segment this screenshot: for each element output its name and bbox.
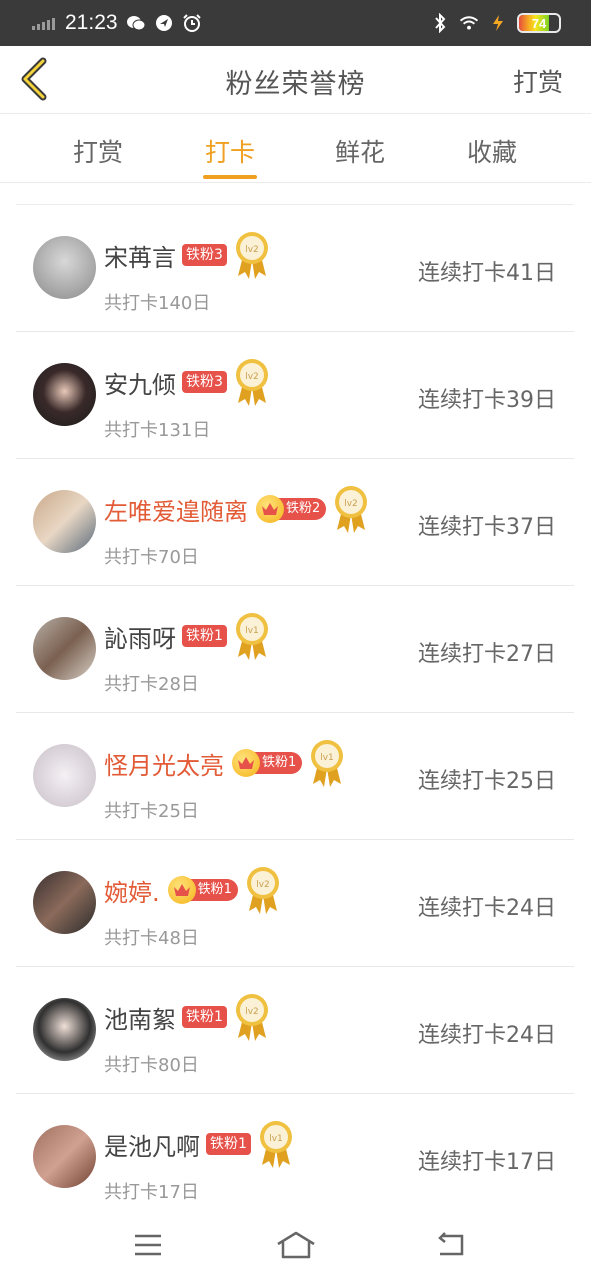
- total-checkin: 共打卡70日: [104, 547, 199, 568]
- checkin-streak: 连续打卡24日: [418, 896, 556, 921]
- total-checkin: 共打卡131日: [104, 420, 211, 441]
- avatar[interactable]: [33, 998, 96, 1061]
- medal-level-label: lv2: [245, 372, 259, 382]
- tab-flowers[interactable]: 鲜花: [300, 133, 420, 169]
- fan-level-badge: 铁粉1: [182, 1006, 227, 1028]
- wechat-icon: [126, 13, 146, 33]
- crown-icon: [232, 749, 260, 777]
- crown-icon: [167, 876, 196, 904]
- total-checkin: 共打卡28日: [104, 674, 199, 695]
- medal-icon: lv1: [235, 613, 268, 660]
- tab-indicator: [203, 175, 257, 179]
- checkin-streak: 连续打卡37日: [418, 515, 556, 540]
- medal-level-label: lv2: [345, 499, 359, 509]
- back-nav-button[interactable]: [430, 1228, 470, 1262]
- user-name[interactable]: 是池凡啊: [104, 1127, 200, 1162]
- checkin-streak: 连续打卡17日: [418, 1150, 556, 1175]
- fan-level-badge: 铁粉3: [182, 371, 227, 393]
- location-icon: [154, 13, 174, 33]
- medal-icon: lv2: [235, 232, 268, 279]
- fan-level-badge: 铁粉3: [182, 244, 227, 266]
- fan-crown-badge: 铁粉1: [167, 876, 238, 904]
- list-item[interactable]: 是池凡啊 铁粉1 lv1 共打卡17日 连续打卡17日: [16, 1094, 574, 1221]
- status-time: 21:23: [65, 11, 118, 34]
- medal-level-label: lv1: [269, 1134, 283, 1144]
- list-item[interactable]: 左唯爱遑随离 铁粉2 lv2 共打卡70日 连续打卡37日: [16, 459, 574, 586]
- total-checkin: 共打卡80日: [104, 1055, 199, 1076]
- bluetooth-icon: [430, 13, 450, 33]
- total-checkin: 共打卡48日: [104, 928, 199, 949]
- crown-icon: [256, 495, 284, 523]
- fan-level-badge: 铁粉1: [206, 1133, 251, 1155]
- list-item[interactable]: 怪月光太亮 铁粉1 lv1 共打卡25日 连续打卡25日: [16, 713, 574, 840]
- page-title: 粉丝荣誉榜: [225, 69, 366, 100]
- charging-icon: [488, 13, 508, 33]
- list-item[interactable]: 宋苒言 铁粉3 lv2 共打卡140日 连续打卡41日: [16, 205, 574, 332]
- medal-icon: lv2: [235, 994, 268, 1041]
- home-icon: [277, 1231, 315, 1259]
- fan-crown-badge: 铁粉1: [232, 749, 303, 777]
- avatar[interactable]: [33, 617, 96, 680]
- tab-checkin[interactable]: 打卡: [170, 133, 290, 169]
- tab-reward[interactable]: 打赏: [38, 133, 158, 169]
- user-name[interactable]: 怪月光太亮: [104, 746, 224, 781]
- checkin-streak: 连续打卡39日: [418, 388, 556, 413]
- medal-icon: lv2: [246, 867, 279, 914]
- medal-level-label: lv1: [321, 753, 335, 763]
- checkin-streak: 连续打卡41日: [418, 261, 556, 286]
- total-checkin: 共打卡17日: [104, 1182, 199, 1203]
- user-name[interactable]: 訫雨呀: [104, 619, 176, 654]
- user-name[interactable]: 池南絮: [104, 1000, 176, 1035]
- list-item[interactable]: 訫雨呀 铁粉1 lv1 共打卡28日 连续打卡27日: [16, 586, 574, 713]
- medal-icon: lv2: [235, 359, 268, 406]
- fan-level-badge: 铁粉1: [182, 625, 227, 647]
- status-bar: 21:23 74: [0, 0, 591, 46]
- checkin-streak: 连续打卡27日: [418, 642, 556, 667]
- avatar[interactable]: [33, 1125, 96, 1188]
- home-button[interactable]: [276, 1228, 316, 1262]
- medal-level-label: lv2: [245, 1007, 259, 1017]
- header: 粉丝荣誉榜 打赏: [0, 46, 591, 114]
- avatar[interactable]: [33, 490, 96, 553]
- wifi-icon: [459, 13, 479, 33]
- list-item[interactable]: 婉婷. 铁粉1 lv2 共打卡48日 连续打卡24日: [16, 840, 574, 967]
- avatar[interactable]: [33, 236, 96, 299]
- total-checkin: 共打卡140日: [104, 293, 211, 314]
- menu-button[interactable]: [128, 1228, 168, 1262]
- checkin-streak: 连续打卡25日: [418, 769, 556, 794]
- signal-icon: [32, 16, 55, 30]
- tab-favorites[interactable]: 收藏: [432, 133, 552, 169]
- user-name[interactable]: 婉婷.: [104, 873, 160, 908]
- system-nav-bar: [0, 1210, 591, 1280]
- list-item[interactable]: 安九倾 铁粉3 lv2 共打卡131日 连续打卡39日: [16, 332, 574, 459]
- user-name[interactable]: 宋苒言: [104, 238, 176, 273]
- fan-crown-badge: 铁粉2: [256, 495, 327, 523]
- checkin-streak: 连续打卡24日: [418, 1023, 556, 1048]
- tab-bar: 打赏 打卡 鲜花 收藏: [0, 115, 591, 183]
- user-name[interactable]: 左唯爱遑随离: [104, 492, 248, 527]
- list-item[interactable]: 池南絮 铁粉1 lv2 共打卡80日 连续打卡24日: [16, 967, 574, 1094]
- avatar[interactable]: [33, 744, 96, 807]
- checkin-list: 宋苒言 铁粉3 lv2 共打卡140日 连续打卡41日 安九倾 铁粉3 lv2 …: [16, 204, 574, 1221]
- battery-icon: 74: [517, 13, 561, 33]
- avatar[interactable]: [33, 363, 96, 426]
- medal-level-label: lv2: [245, 245, 259, 255]
- reward-button[interactable]: 打赏: [513, 63, 563, 99]
- menu-icon: [135, 1234, 161, 1256]
- medal-level-label: lv1: [245, 626, 259, 636]
- medal-icon: lv1: [311, 740, 344, 787]
- medal-level-label: lv2: [256, 880, 270, 890]
- medal-icon: lv1: [259, 1121, 292, 1168]
- alarm-icon: [182, 13, 202, 33]
- medal-icon: lv2: [335, 486, 368, 533]
- user-name[interactable]: 安九倾: [104, 365, 176, 400]
- avatar[interactable]: [33, 871, 96, 934]
- total-checkin: 共打卡25日: [104, 801, 199, 822]
- back-icon: [438, 1232, 464, 1256]
